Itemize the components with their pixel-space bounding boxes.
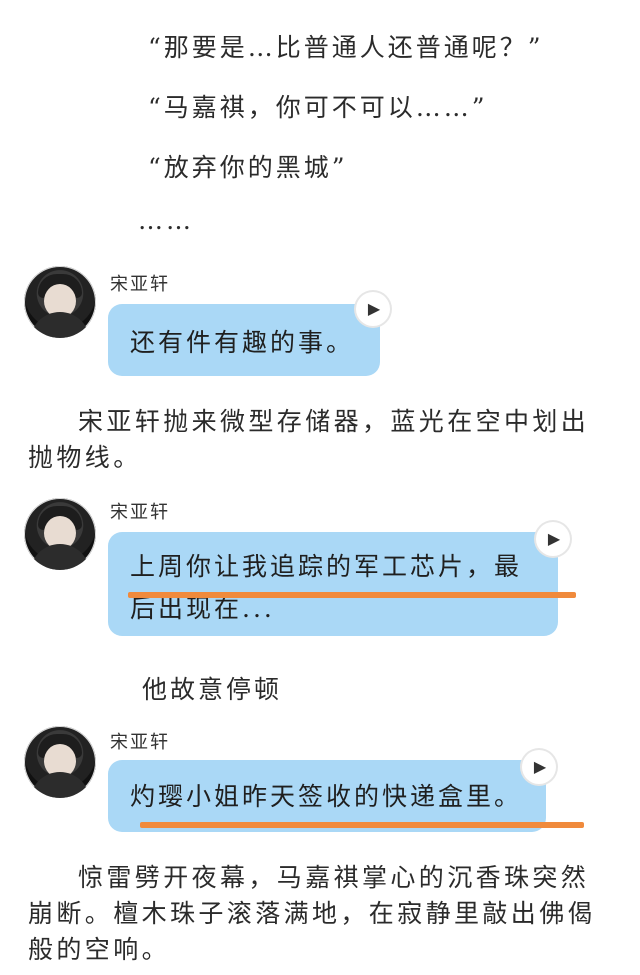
highlight-underline (140, 822, 584, 828)
avatar-icon[interactable] (24, 726, 96, 798)
message-bubble-2[interactable]: 上周你让我追踪的军工芯片，最后出现在... (108, 532, 558, 636)
message-bubble-1[interactable]: 还有件有趣的事。 (108, 304, 380, 376)
sender-name: 宋亚轩 (110, 502, 170, 523)
story-paragraph-1: 宋亚轩抛来微型存储器，蓝光在空中划出抛物线。 (28, 407, 590, 472)
message-text: 还有件有趣的事。 (130, 328, 355, 357)
story-quote-3: “放弃你的黑城” (148, 153, 348, 182)
sender-name: 宋亚轩 (110, 274, 170, 295)
play-icon[interactable]: ▶ (522, 750, 556, 784)
message-text: 上周你让我追踪的军工芯片，最后出现在... (130, 552, 523, 623)
play-icon[interactable]: ▶ (536, 522, 570, 556)
story-quote-2: “马嘉祺，你可不可以……” (148, 93, 488, 122)
avatar-icon[interactable] (24, 266, 96, 338)
avatar-icon[interactable] (24, 498, 96, 570)
message-text: 灼璎小姐昨天签收的快递盒里。 (130, 782, 523, 811)
story-paragraph-2: 他故意停顿 (142, 675, 283, 704)
story-ellipsis: …… (138, 206, 194, 235)
highlight-underline (128, 592, 576, 598)
play-icon[interactable]: ▶ (356, 292, 390, 326)
sender-name: 宋亚轩 (110, 732, 170, 753)
story-quote-1: “那要是…比普通人还普通呢？” (148, 33, 544, 62)
story-paragraph-3: 惊雷劈开夜幕，马嘉祺掌心的沉香珠突然崩断。檀木珠子滚落满地，在寂静里敲出佛偈般的… (28, 863, 597, 964)
